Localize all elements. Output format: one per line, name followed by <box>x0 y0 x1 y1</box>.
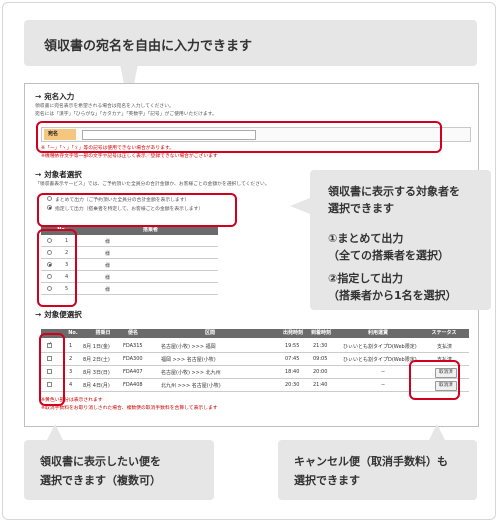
callout-address: 領収書の宛名を自由に入力できます <box>24 20 477 66</box>
callout-recipient: 領収書に表示する対象者を 選択できます ①まとめて出力 （全ての搭乗者を選択） … <box>310 170 491 310</box>
flight-row: 1 8月 1日(金) FDA315 名古屋(小牧) >>> 福岡 19:55 2… <box>41 340 469 353</box>
callout-recipient-line: 領収書に表示する対象者を <box>328 185 460 198</box>
status-badge: 支払済 <box>437 344 453 350</box>
arrow-right-icon: → <box>35 310 42 319</box>
flight-header-flight: 便名 <box>127 330 138 336</box>
passenger-name: 様 <box>105 287 111 293</box>
callout-flights-line: 選択できます（複数可） <box>40 474 161 487</box>
flight-row: 3 8月 3日(日) FDA407 名古屋(小牧) >>> 北九州 18:40 … <box>41 366 469 379</box>
arrow-right-icon: → <box>35 170 42 179</box>
highlight-cancelled-status <box>409 360 460 400</box>
highlight-address <box>36 121 442 153</box>
flight-header-date: 搭乗日 <box>95 330 111 336</box>
callout-flights: 領収書に表示したい便を 選択できます（複数可） <box>24 440 214 500</box>
flight-header-dep: 出発時刻 <box>282 330 303 336</box>
address-note-2: ※機種依存文字等一部の文字や記号は正しく表示／登録できない場合がございます <box>41 154 218 159</box>
callout-address-text: 領収書の宛名を自由に入力できます <box>44 39 253 54</box>
recipient-desc: 「領収書表示サービス」では、ご予約頂いた全員分の合計金額か、お客様ごとの金額かを… <box>35 182 270 187</box>
address-desc-1: 領収書に宛名表示を希望される場合は宛名を入力してください。 <box>35 104 174 109</box>
callout-recipient-tail <box>290 198 310 214</box>
flight-header-status: ステータス <box>431 330 457 336</box>
callout-recipient-line: （搭乗者から1名を選択） <box>328 289 457 302</box>
flight-row: 4 8月 4日(月) FDA408 北九州 >>> 名古屋(小牧) 20:30 … <box>41 379 469 392</box>
flight-header-no: No. <box>68 330 78 336</box>
callout-flights-line: 領収書に表示したい便を <box>40 455 161 468</box>
flight-row: 2 8月 2日(土) FDA300 福岡 >>> 名古屋(小牧) 07:45 0… <box>41 353 469 366</box>
passenger-name: 様 <box>105 239 111 245</box>
flight-header-route: 区間 <box>204 330 215 336</box>
passenger-name: 様 <box>105 263 111 269</box>
callout-cancel-line: キャンセル便（取消手数料）も <box>294 455 448 468</box>
callout-recipient-line: （全ての搭乗者を選択） <box>328 249 449 262</box>
flight-header-fare: 利用運賃 <box>367 330 388 336</box>
callout-recipient-line: ②指定して出力 <box>328 272 403 285</box>
highlight-output-options <box>37 193 237 227</box>
highlight-passenger-radios <box>37 229 77 307</box>
callout-cancel-line: 選択できます <box>294 474 360 487</box>
arrow-right-icon: → <box>35 92 42 101</box>
flight-header-arr: 到着時刻 <box>310 330 331 336</box>
callout-recipient-line: ①まとめて出力 <box>328 232 404 245</box>
address-desc-2: 宛名には「漢字」「ひらがな」「カタカナ」「英数字」「記号」がご使用いただけます。 <box>35 112 217 117</box>
callout-recipient-line: 選択できます <box>328 202 394 215</box>
highlight-flight-checkboxes <box>39 333 65 406</box>
passenger-name: 様 <box>105 275 111 281</box>
passenger-header-name: 搭乗者 <box>83 226 218 235</box>
callout-cancel: キャンセル便（取消手数料）も 選択できます <box>278 440 477 500</box>
flight-section-title: → 対象便選択 <box>35 310 82 319</box>
passenger-name: 様 <box>105 251 111 257</box>
recipient-section-title: → 対象者選択 <box>35 170 82 179</box>
address-section-title: → 宛名入力 <box>35 92 75 101</box>
flight-note-2: ※取消手数料をお取り消しされた場合、複数便の取消手数料を合算して表示します <box>41 406 218 411</box>
